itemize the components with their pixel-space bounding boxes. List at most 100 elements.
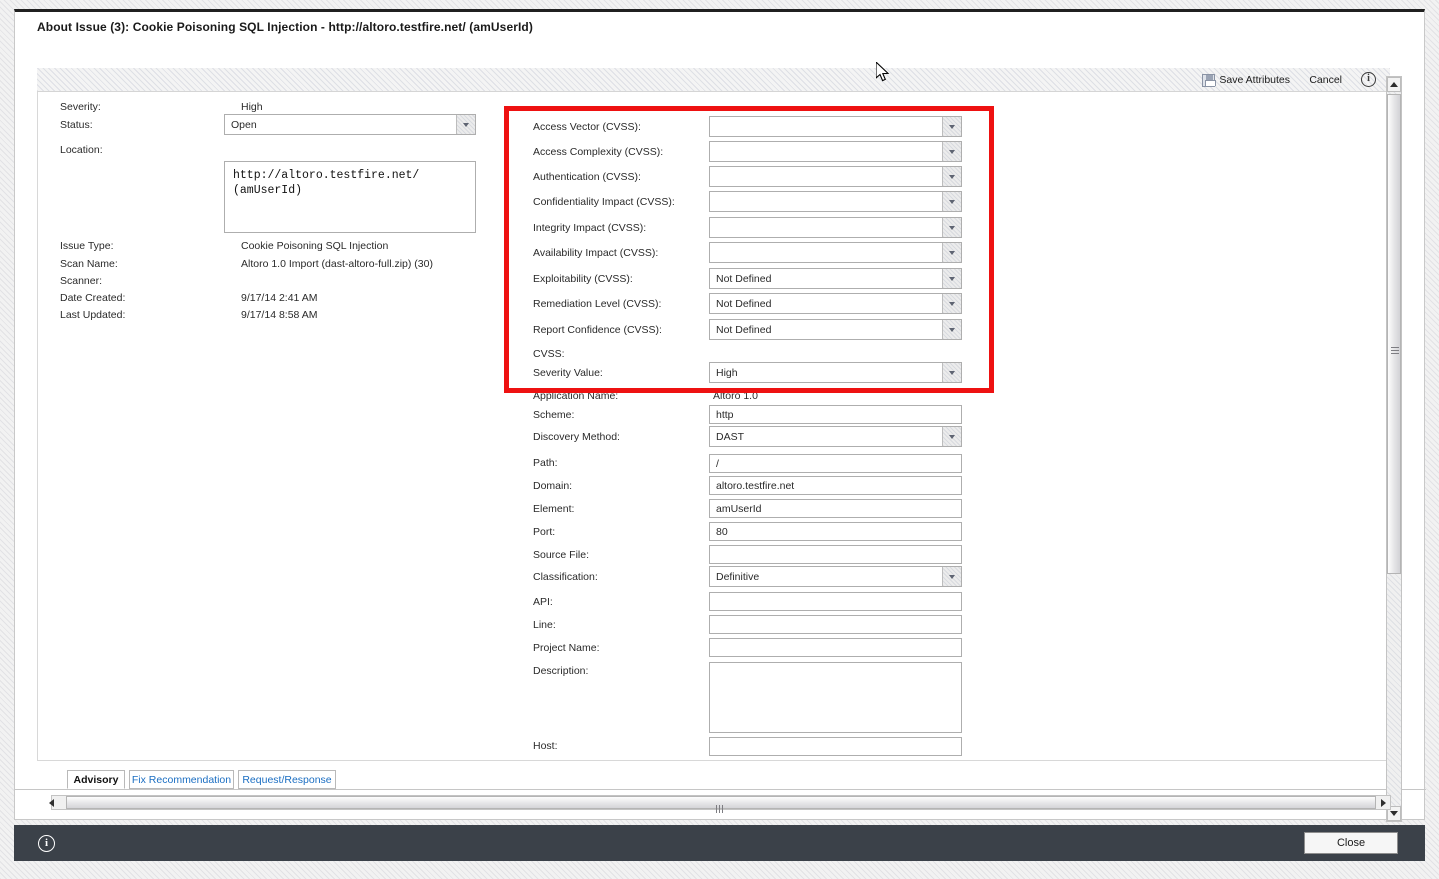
scroll-right-arrow-icon[interactable] (1376, 796, 1390, 809)
issue-attributes-panel: Severity: High Status: Open Location: ht… (37, 92, 1390, 761)
tab-fix-recommendation[interactable]: Fix Recommendation (129, 770, 234, 789)
field-value-scan-name: Altoro 1.0 Import (dast-altoro-full.zip)… (241, 258, 433, 270)
field-label-authentication: Authentication (CVSS): (533, 171, 641, 183)
field-value-issue-type: Cookie Poisoning SQL Injection (241, 240, 389, 252)
severity-value-select[interactable]: High (709, 362, 962, 383)
tab-advisory-label: Advisory (73, 773, 119, 786)
chevron-down-icon[interactable] (942, 320, 961, 339)
field-label-availability-impact: Availability Impact (CVSS): (533, 247, 659, 259)
tab-request-response-label: Request/Response (242, 773, 332, 786)
chevron-down-icon[interactable] (942, 269, 961, 288)
field-label-path: Path: (533, 457, 558, 469)
field-label-report-confidence: Report Confidence (CVSS): (533, 324, 662, 336)
api-input[interactable] (709, 592, 962, 611)
location-textarea[interactable]: http://altoro.testfire.net/ (amUserId) (224, 161, 476, 233)
field-label-integrity-impact: Integrity Impact (CVSS): (533, 222, 647, 234)
port-input[interactable]: 80 (709, 522, 962, 541)
field-label-remediation-level: Remediation Level (CVSS): (533, 298, 662, 310)
field-label-classification: Classification: (533, 571, 598, 583)
status-select-value: Open (231, 118, 257, 131)
remediation-level-value: Not Defined (716, 297, 772, 310)
status-select[interactable]: Open (224, 114, 476, 135)
chevron-down-icon[interactable] (942, 142, 961, 161)
field-label-cvss: CVSS: (533, 348, 565, 360)
domain-input[interactable]: altoro.testfire.net (709, 476, 962, 495)
window-title-bar: About Issue (3): Cookie Poisoning SQL In… (15, 12, 1424, 41)
chevron-down-icon[interactable] (942, 117, 961, 136)
scrollbar-grip-icon (716, 800, 725, 813)
availability-impact-select[interactable] (709, 242, 962, 263)
remediation-level-select[interactable]: Not Defined (709, 293, 962, 314)
chevron-down-icon[interactable] (942, 363, 961, 382)
toolbar-info-button[interactable]: i (1361, 70, 1376, 88)
field-label-project-name: Project Name: (533, 642, 600, 654)
chevron-down-icon[interactable] (942, 294, 961, 313)
line-input[interactable] (709, 615, 962, 634)
integrity-impact-select[interactable] (709, 217, 962, 238)
field-label-date-created: Date Created: (60, 292, 126, 304)
scroll-left-arrow-icon[interactable] (44, 796, 58, 809)
field-value-application-name: Altoro 1.0 (713, 390, 758, 402)
cancel-label: Cancel (1309, 74, 1342, 86)
access-vector-select[interactable] (709, 116, 962, 137)
field-label-host: Host: (533, 740, 558, 752)
horizontal-scrollbar-thumb[interactable] (66, 796, 1376, 813)
scrollbar-grip-icon (1391, 347, 1399, 354)
field-label-confidentiality-impact: Confidentiality Impact (CVSS): (533, 196, 675, 208)
classification-select[interactable]: Definitive (709, 566, 962, 587)
info-circle-icon[interactable]: i (38, 834, 55, 852)
tab-strip-divider (15, 789, 1426, 790)
field-label-domain: Domain: (533, 480, 573, 492)
scheme-input[interactable]: http (709, 405, 962, 424)
field-value-last-updated: 9/17/14 8:58 AM (241, 309, 318, 321)
horizontal-scrollbar[interactable] (48, 795, 1391, 813)
field-label-severity-value: Severity Value: (533, 367, 603, 379)
close-button[interactable]: Close (1304, 832, 1398, 854)
report-confidence-select[interactable]: Not Defined (709, 319, 962, 340)
source-file-input[interactable] (709, 545, 962, 564)
chevron-down-icon[interactable] (942, 167, 961, 186)
chevron-down-icon[interactable] (456, 115, 475, 134)
vertical-scrollbar-thumb[interactable] (1387, 94, 1401, 574)
field-value-severity: High (241, 101, 263, 113)
vertical-scrollbar[interactable] (1386, 76, 1402, 822)
page-title: About Issue (3): Cookie Poisoning SQL In… (37, 20, 533, 34)
field-label-port: Port: (533, 526, 556, 538)
field-label-issue-type: Issue Type: (60, 240, 114, 252)
field-label-scheme: Scheme: (533, 409, 575, 421)
element-input[interactable]: amUserId (709, 499, 962, 518)
tab-advisory[interactable]: Advisory (67, 770, 125, 789)
chevron-down-icon[interactable] (942, 427, 961, 446)
cancel-button[interactable]: Cancel (1309, 71, 1342, 89)
confidentiality-impact-select[interactable] (709, 191, 962, 212)
project-name-input[interactable] (709, 638, 962, 657)
chevron-down-icon[interactable] (942, 243, 961, 262)
field-label-scan-name: Scan Name: (60, 258, 118, 270)
access-complexity-select[interactable] (709, 141, 962, 162)
scroll-up-arrow-icon[interactable] (1387, 77, 1401, 92)
tab-request-response[interactable]: Request/Response (238, 770, 336, 789)
field-label-location: Location: (60, 144, 103, 156)
exploitability-select[interactable]: Not Defined (709, 268, 962, 289)
close-button-label: Close (1336, 837, 1366, 849)
field-label-access-complexity: Access Complexity (CVSS): (533, 146, 664, 158)
field-label-description: Description: (533, 665, 589, 677)
save-attributes-button[interactable]: Save Attributes (1202, 71, 1290, 89)
host-input[interactable] (709, 737, 962, 756)
authentication-select[interactable] (709, 166, 962, 187)
chevron-down-icon[interactable] (942, 567, 961, 586)
chevron-down-icon[interactable] (942, 218, 961, 237)
field-label-element: Element: (533, 503, 575, 515)
field-label-discovery-method: Discovery Method: (533, 431, 620, 443)
field-label-scanner: Scanner: (60, 275, 103, 287)
severity-value-value: High (716, 366, 738, 379)
dialog-footer-bar: i Close (14, 825, 1425, 861)
chevron-down-icon[interactable] (942, 192, 961, 211)
field-label-api: API: (533, 596, 553, 608)
description-textarea[interactable] (709, 662, 962, 733)
info-circle-icon: i (1361, 71, 1376, 87)
report-confidence-value: Not Defined (716, 323, 772, 336)
discovery-method-select[interactable]: DAST (709, 426, 962, 447)
field-label-severity: Severity: (60, 101, 101, 113)
path-input[interactable]: / (709, 454, 962, 473)
